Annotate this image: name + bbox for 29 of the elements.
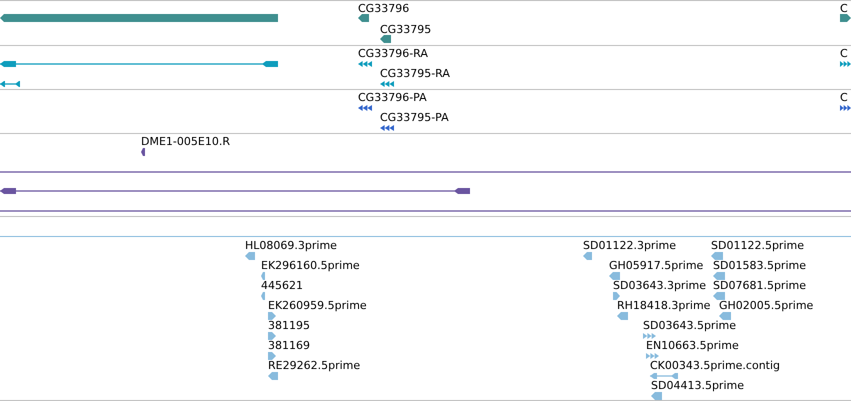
feature-label: CG33795-RA xyxy=(380,67,450,80)
feature-label: C xyxy=(840,91,848,104)
feature-label: HL08069.3prime xyxy=(245,239,337,252)
feature-label: RH18418.3prime xyxy=(617,299,710,312)
feature-label: EK260959.5prime xyxy=(268,299,367,312)
feature-label: CG33795-PA xyxy=(380,111,449,124)
feature-label: EK296160.5prime xyxy=(261,259,360,272)
feature-label: 445621 xyxy=(261,279,303,292)
feature-label: SD01122.5prime xyxy=(711,239,804,252)
feature-label: SD07681.5prime xyxy=(713,279,806,292)
feature-label: 381195 xyxy=(268,319,310,332)
feature-label: CG33795 xyxy=(380,23,432,36)
feature-label: CG33796 xyxy=(358,2,410,15)
feature-label: C xyxy=(840,47,848,60)
feature-label: SD03643.5prime xyxy=(643,319,736,332)
feature-label: CK00343.5prime.contig xyxy=(650,359,780,372)
feature-label: 381169 xyxy=(268,339,310,352)
feature-label: RE29262.5prime xyxy=(268,359,360,372)
feature-label: EN10663.5prime xyxy=(646,339,739,352)
feature-label: SD01122.3prime xyxy=(583,239,676,252)
feature-label: DME1-005E10.R xyxy=(141,135,230,148)
feature-label: SD04413.5prime xyxy=(651,379,744,392)
feature-label: GH05917.5prime xyxy=(609,259,704,272)
feature-label: C xyxy=(840,2,848,15)
feature-label: GH02005.5prime xyxy=(719,299,814,312)
feature-label: SD03643.3prime xyxy=(613,279,706,292)
feature-label: CG33796-RA xyxy=(358,47,428,60)
feature-label: CG33796-PA xyxy=(358,91,427,104)
feature-label: SD01583.5prime xyxy=(713,259,806,272)
